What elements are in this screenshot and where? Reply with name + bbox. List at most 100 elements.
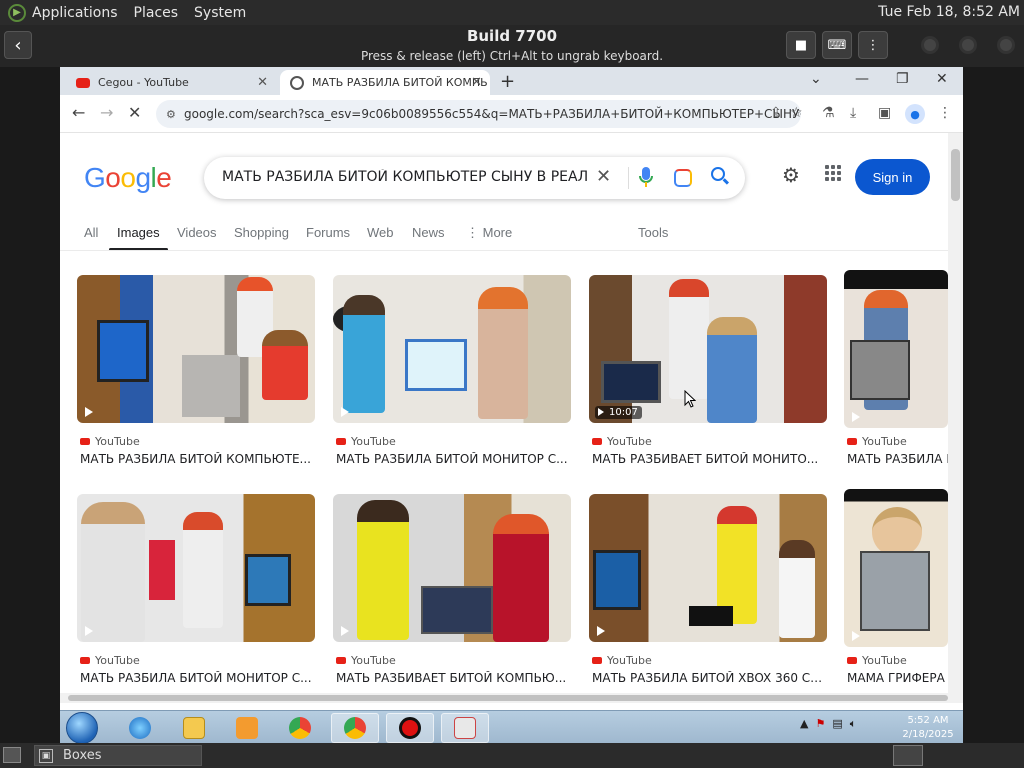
tab-google-search[interactable]: МАТЬ РАЗБИЛА БИТОЙ КОМПЬ ✕ <box>280 70 490 95</box>
boxes-window-button[interactable]: ▣ Boxes <box>34 745 202 766</box>
minimize-icon[interactable]: — <box>855 71 869 87</box>
minimize-window-button[interactable] <box>921 36 939 54</box>
google-apps-icon[interactable] <box>825 165 841 181</box>
bookmark-star-icon[interactable]: ☆ <box>790 105 803 121</box>
filter-tools[interactable]: Tools <box>638 225 668 240</box>
stop-loading-icon[interactable]: ✕ <box>128 103 141 122</box>
vm-display[interactable]: Cegou - YouTube ✕ МАТЬ РАЗБИЛА БИТОЙ КОМ… <box>60 67 963 743</box>
result-title[interactable]: МАТЬ РАЗБИЛА Б <box>847 452 948 466</box>
result-source[interactable]: YouTube <box>592 435 652 448</box>
filter-web[interactable]: Web <box>367 225 394 240</box>
close-tab-icon[interactable]: ✕ <box>257 75 268 90</box>
result-thumbnail[interactable] <box>77 275 315 423</box>
network-icon[interactable]: ▤ <box>832 717 842 730</box>
share-icon[interactable]: ⇪ <box>770 105 782 121</box>
workspace-switcher[interactable] <box>893 745 923 766</box>
recorder-taskbar-button[interactable] <box>386 713 434 743</box>
result-title[interactable]: МАТЬ РАЗБИЛА БИТОЙ МОНИТОР С... <box>336 452 572 466</box>
close-icon[interactable]: ✕ <box>936 71 948 87</box>
side-panel-icon[interactable]: ▣ <box>878 105 891 121</box>
pc-case-shape <box>860 551 930 631</box>
result-source[interactable]: YouTube <box>336 654 396 667</box>
result-title[interactable]: МАТЬ РАЗБИЛА БИТОЙ МОНИТОР С... <box>80 671 316 685</box>
sign-in-button[interactable]: Sign in <box>855 159 930 195</box>
filter-forums[interactable]: Forums <box>306 225 350 240</box>
internet-explorer-taskbar-button[interactable] <box>116 713 164 743</box>
snipping-tool-taskbar-button[interactable] <box>441 713 489 743</box>
menu-applications[interactable]: Applications <box>32 5 118 21</box>
action-center-icon[interactable]: ⚑ <box>815 717 825 730</box>
search-icon[interactable] <box>711 167 725 181</box>
filter-videos[interactable]: Videos <box>177 225 217 240</box>
labs-icon[interactable]: ⚗ <box>822 105 835 121</box>
horizontal-scrollbar-thumb[interactable] <box>68 695 948 701</box>
forward-icon[interactable]: → <box>100 103 113 122</box>
filters-divider <box>60 250 948 251</box>
google-lens-icon[interactable] <box>674 169 692 187</box>
result-source[interactable]: YouTube <box>847 654 907 667</box>
result-thumbnail[interactable] <box>844 270 948 428</box>
filter-all[interactable]: All <box>84 225 98 240</box>
horizontal-scrollbar[interactable] <box>60 693 963 703</box>
close-tab-icon[interactable]: ✕ <box>471 75 482 90</box>
show-hidden-icons-icon[interactable]: ▲ <box>800 717 808 730</box>
result-title[interactable]: МАТЬ РАЗБИЛА БИТОЙ КОМПЬЮТЕ... <box>80 452 316 466</box>
show-desktop-button[interactable] <box>3 747 21 763</box>
tab-youtube[interactable]: Cegou - YouTube ✕ <box>66 70 276 95</box>
result-source[interactable]: YouTube <box>592 654 652 667</box>
result-thumbnail[interactable] <box>333 494 571 642</box>
filter-images[interactable]: Images <box>109 225 168 251</box>
result-thumbnail[interactable] <box>77 494 315 642</box>
result-thumbnail[interactable] <box>333 275 571 423</box>
media-player-taskbar-button[interactable] <box>223 713 271 743</box>
google-logo[interactable]: Google <box>84 162 172 194</box>
scrollbar-thumb[interactable] <box>951 149 960 201</box>
result-source[interactable]: YouTube <box>336 435 396 448</box>
back-icon[interactable]: ← <box>72 103 85 122</box>
filter-news[interactable]: News <box>412 225 445 240</box>
menu-places[interactable]: Places <box>134 5 179 21</box>
profile-icon[interactable]: ● <box>905 104 925 124</box>
stop-button[interactable]: ■ <box>786 31 816 59</box>
clear-icon[interactable]: ✕ <box>596 166 611 187</box>
gnome-top-bar: ▶ Applications Places System Tue Feb 18,… <box>0 0 1024 25</box>
top-bar-clock[interactable]: Tue Feb 18, 8:52 AM <box>878 4 1020 20</box>
chrome-taskbar-button[interactable] <box>276 713 324 743</box>
download-icon[interactable]: ⤓ <box>850 105 856 121</box>
menu-button[interactable]: ⋮ <box>858 31 888 59</box>
microphone-icon[interactable] <box>638 165 654 189</box>
chrome-active-taskbar-button[interactable] <box>331 713 379 743</box>
result-title[interactable]: МАТЬ РАЗБИВАЕТ БИТОЙ КОМПЬЮ... <box>336 671 572 685</box>
result-title[interactable]: МАТЬ РАЗБИЛА БИТОЙ XBOX 360 СВ... <box>592 671 828 685</box>
settings-gear-icon[interactable]: ⚙ <box>782 163 800 187</box>
filter-shopping[interactable]: Shopping <box>234 225 289 240</box>
result-source[interactable]: YouTube <box>847 435 907 448</box>
new-tab-icon[interactable]: + <box>500 71 515 92</box>
taskbar-clock[interactable]: 5:52 AM 2/18/2025 <box>893 714 963 742</box>
volume-icon[interactable]: 🔈︎ <box>850 717 857 730</box>
start-button[interactable] <box>66 712 98 743</box>
result-thumbnail[interactable] <box>844 489 948 647</box>
filter-more[interactable]: ⋮ More <box>466 225 512 241</box>
face-shape <box>872 507 922 557</box>
menu-system[interactable]: System <box>194 5 246 21</box>
result-title[interactable]: МАТЬ РАЗБИВАЕТ БИТОЙ МОНИТО... <box>592 452 828 466</box>
gnome-logo-icon[interactable]: ▶ <box>8 3 26 22</box>
chrome-menu-icon[interactable]: ⋮ <box>938 105 952 121</box>
result-title[interactable]: МАМА ГРИФЕРА <box>847 671 948 685</box>
search-input[interactable]: МАТЬ РАЗБИЛА БИТОЙ КОМПЬЮТЕР СЫНУ В РЕАЛ… <box>204 157 745 199</box>
restore-icon[interactable]: ❐ <box>896 71 909 87</box>
result-source[interactable]: YouTube <box>80 435 140 448</box>
result-thumbnail[interactable] <box>589 494 827 642</box>
explorer-taskbar-button[interactable] <box>170 713 218 743</box>
keyboard-button[interactable]: ⌨ <box>822 31 852 59</box>
result-thumbnail[interactable]: 10:07 <box>589 275 827 423</box>
source-name: YouTube <box>607 654 652 667</box>
page-scrollbar[interactable] <box>948 133 963 693</box>
url-input[interactable]: ⚙ google.com/search?sca_esv=9c06b0089556… <box>156 100 801 128</box>
tab-search-icon[interactable]: ⌄ <box>810 71 822 87</box>
result-source[interactable]: YouTube <box>80 654 140 667</box>
close-window-button[interactable] <box>997 36 1015 54</box>
site-info-icon[interactable]: ⚙ <box>166 108 176 121</box>
maximize-window-button[interactable] <box>959 36 977 54</box>
